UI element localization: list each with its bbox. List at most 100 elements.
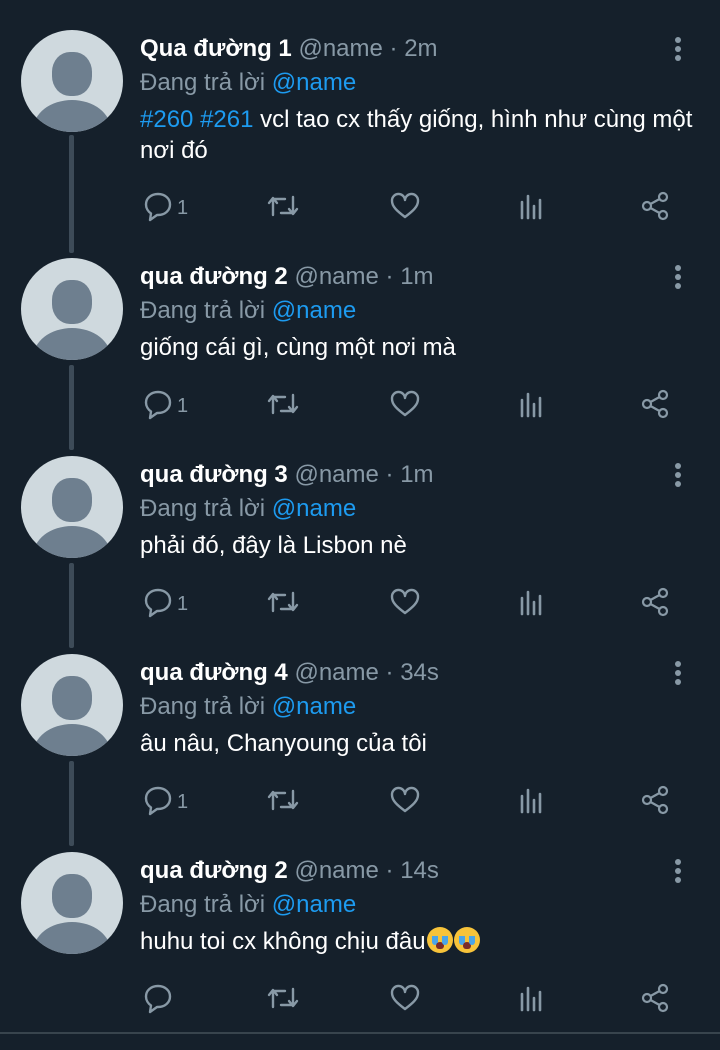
user-handle[interactable]: @name (294, 659, 378, 686)
retweet-button[interactable] (265, 388, 301, 424)
share-icon (641, 785, 669, 815)
reply-button[interactable]: 1 (143, 190, 203, 226)
share-icon (641, 191, 669, 221)
reply-count: 1 (177, 791, 189, 813)
more-options-icon[interactable] (668, 34, 688, 64)
reply-button[interactable] (143, 982, 203, 1018)
display-name[interactable]: qua đường 2 (140, 263, 288, 290)
like-button[interactable] (389, 586, 421, 622)
tweet-header: qua đường 4 @name · 34s (140, 658, 439, 688)
loudly-crying-face-icon (453, 927, 480, 953)
like-button[interactable] (389, 190, 421, 226)
reply-count: 1 (177, 197, 189, 219)
retweet-button[interactable] (265, 586, 301, 622)
display-name[interactable]: qua đường 4 (140, 659, 288, 686)
display-name[interactable]: Qua đường 1 (140, 35, 292, 62)
share-button[interactable] (639, 190, 671, 226)
tweet-actions: 1 (0, 388, 720, 428)
like-button[interactable] (389, 388, 421, 424)
share-button[interactable] (639, 982, 671, 1018)
like-button[interactable] (389, 784, 421, 820)
avatar[interactable] (21, 456, 123, 558)
more-options-icon[interactable] (668, 856, 688, 886)
avatar[interactable] (21, 30, 123, 132)
mention-link[interactable]: @name (272, 693, 356, 720)
tweet-text: #260 #261 vcl tao cx thấy giống, hình nh… (140, 104, 700, 166)
tweet[interactable]: Qua đường 1 @name · 2m Đang trả lời @nam… (0, 30, 720, 228)
analytics-button[interactable] (518, 388, 546, 424)
loudly-crying-face-icon (426, 927, 453, 953)
share-button[interactable] (639, 388, 671, 424)
retweet-button[interactable] (265, 190, 301, 226)
retweet-icon (267, 591, 299, 613)
timestamp[interactable]: 1m (400, 461, 433, 488)
analytics-button[interactable] (518, 982, 546, 1018)
reply-button[interactable]: 1 (143, 388, 203, 424)
analytics-button[interactable] (518, 784, 546, 820)
user-handle[interactable]: @name (294, 461, 378, 488)
like-icon (390, 390, 420, 417)
retweet-icon (267, 195, 299, 217)
replying-to: Đang trả lời @name (140, 890, 356, 920)
analytics-button[interactable] (518, 190, 546, 226)
tweet[interactable]: qua đường 4 @name · 34s Đang trả lời @na… (0, 654, 720, 852)
share-button[interactable] (639, 586, 671, 622)
reply-button[interactable]: 1 (143, 784, 203, 820)
timestamp[interactable]: 1m (400, 263, 433, 290)
mention-link[interactable]: @name (272, 495, 356, 522)
tweet-header: Qua đường 1 @name · 2m (140, 34, 438, 64)
tweet-text: huhu toi cx không chịu đâu (140, 926, 700, 957)
tweet-text: giống cái gì, cùng một nơi mà (140, 334, 456, 361)
tweet-text: phải đó, đây là Lisbon nè (140, 532, 407, 559)
replying-to: Đang trả lời @name (140, 494, 356, 524)
hashtag-link[interactable]: #260 (140, 106, 193, 133)
analytics-button[interactable] (518, 586, 546, 622)
tweet-actions: 1 (0, 190, 720, 230)
separator-dot: · (389, 35, 398, 62)
display-name[interactable]: qua đường 3 (140, 461, 288, 488)
reply-icon (144, 390, 172, 420)
share-icon (641, 983, 669, 1013)
avatar[interactable] (21, 654, 123, 756)
like-icon (390, 588, 420, 615)
user-handle[interactable]: @name (298, 35, 382, 62)
like-button[interactable] (389, 982, 421, 1018)
like-icon (390, 786, 420, 813)
mention-link[interactable]: @name (272, 891, 356, 918)
tweet-header: qua đường 3 @name · 1m (140, 460, 434, 490)
timestamp[interactable]: 2m (404, 35, 437, 62)
like-icon (390, 192, 420, 219)
tweet[interactable]: qua đường 3 @name · 1m Đang trả lời @nam… (0, 456, 720, 654)
retweet-icon (267, 789, 299, 811)
more-options-icon[interactable] (668, 460, 688, 490)
avatar[interactable] (21, 258, 123, 360)
mention-link[interactable]: @name (272, 69, 356, 96)
reply-button[interactable]: 1 (143, 586, 203, 622)
avatar[interactable] (21, 852, 123, 954)
user-handle[interactable]: @name (294, 857, 378, 884)
separator-dot: · (385, 263, 394, 290)
tweet-actions (0, 982, 720, 1022)
hashtag-link[interactable]: #261 (200, 106, 253, 133)
reply-icon (144, 984, 172, 1014)
conversation-thread: Qua đường 1 @name · 2m Đang trả lời @nam… (0, 0, 720, 1041)
retweet-button[interactable] (265, 982, 301, 1018)
replying-to: Đang trả lời @name (140, 692, 356, 722)
retweet-button[interactable] (265, 784, 301, 820)
more-options-icon[interactable] (668, 658, 688, 688)
like-icon (390, 984, 420, 1011)
timestamp[interactable]: 34s (400, 659, 439, 686)
separator-dot: · (385, 659, 394, 686)
timestamp[interactable]: 14s (400, 857, 439, 884)
mention-link[interactable]: @name (272, 297, 356, 324)
analytics-icon (520, 590, 542, 616)
display-name[interactable]: qua đường 2 (140, 857, 288, 884)
user-handle[interactable]: @name (294, 263, 378, 290)
tweet-actions: 1 (0, 586, 720, 626)
tweet[interactable]: qua đường 2 @name · 14s Đang trả lời @na… (0, 852, 720, 1050)
replying-to-label: Đang trả lời (140, 495, 266, 522)
tweet-text: âu nâu, Chanyoung của tôi (140, 730, 427, 757)
tweet[interactable]: qua đường 2 @name · 1m Đang trả lời @nam… (0, 258, 720, 456)
share-button[interactable] (639, 784, 671, 820)
more-options-icon[interactable] (668, 262, 688, 292)
